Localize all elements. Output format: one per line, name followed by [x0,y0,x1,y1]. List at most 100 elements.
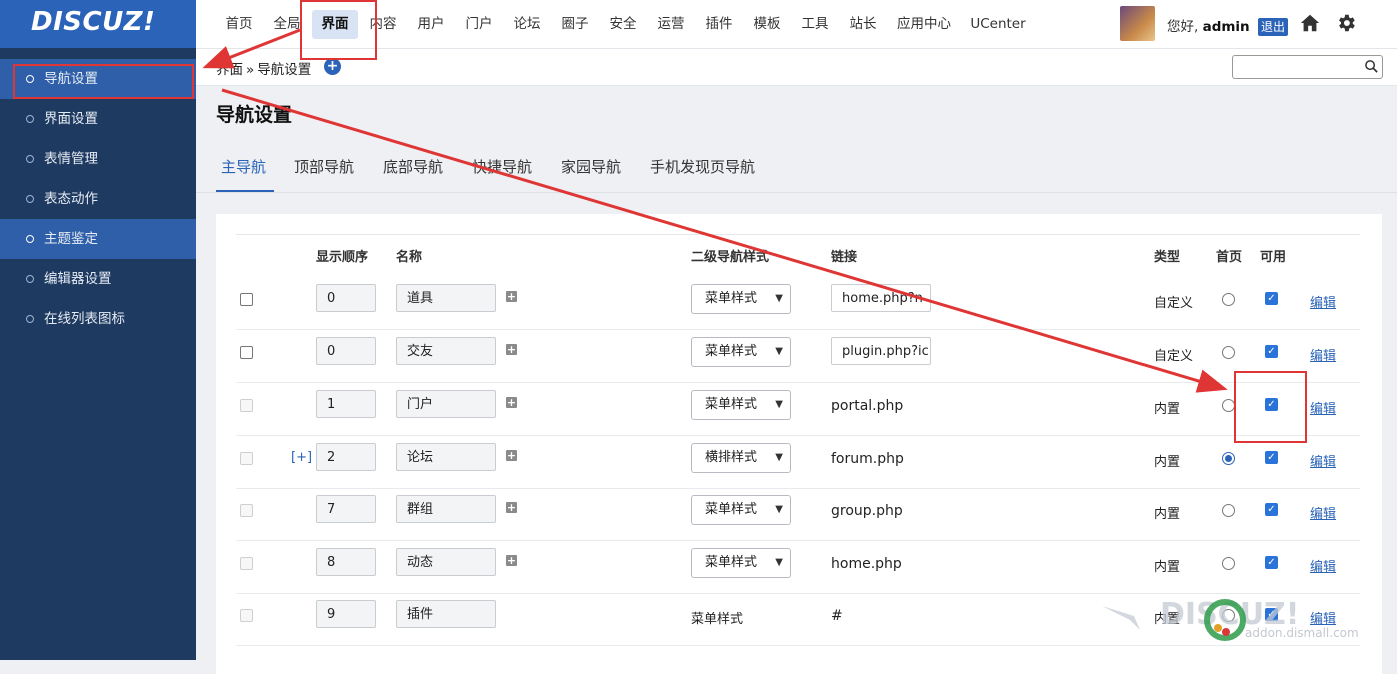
sidebar-item-ui-settings[interactable]: 界面设置 [0,99,196,139]
gear-icon[interactable] [1335,12,1357,34]
header-home: 首页 [1216,250,1243,265]
edit-link[interactable]: 编辑 [1310,345,1336,364]
tab-mobile-discover-nav[interactable]: 手机发现页导航 [650,156,755,177]
order-input[interactable]: 2 [316,443,376,471]
add-subnav-icon[interactable]: + [506,291,517,302]
chevron-down-icon: ▼ [775,452,783,463]
edit-link[interactable]: 编辑 [1310,451,1336,470]
select-value: 菜单样式 [705,555,758,570]
add-shortcut-icon[interactable]: + [324,58,341,75]
breadcrumb: 界面» 导航设置 [216,58,311,78]
avatar[interactable] [1120,6,1155,41]
subnav-style-select[interactable]: 菜单样式 ▼ [691,337,791,367]
breadcrumb-root[interactable]: 界面 [216,62,243,78]
subnav-style-select[interactable]: 菜单样式 ▼ [691,284,791,314]
username: admin [1202,19,1250,35]
enabled-checkbox[interactable]: ✓ [1265,451,1278,464]
home-radio[interactable] [1222,293,1235,306]
top-nav-app-center[interactable]: 应用中心 [892,10,956,39]
enabled-checkbox[interactable]: ✓ [1265,292,1278,305]
home-radio[interactable] [1222,557,1235,570]
expand-toggle[interactable]: [+] [291,450,312,465]
delete-checkbox[interactable] [240,346,253,359]
order-input[interactable]: 9 [316,600,376,628]
add-subnav-icon[interactable]: + [506,344,517,355]
top-nav-tools[interactable]: 工具 [794,10,836,39]
name-input[interactable]: 门户 [396,390,496,418]
search-icon[interactable] [1364,59,1379,74]
logout-button[interactable]: 退出 [1257,18,1288,36]
enabled-checkbox[interactable]: ✓ [1265,345,1278,358]
annotation-box-sidebar [13,64,194,99]
tabs-divider [196,192,1397,193]
add-subnav-icon[interactable]: + [506,502,517,513]
sidebar: DISCUZ! 导航设置 界面设置 表情管理 表态动作 主题鉴定 编辑器设置 在… [0,0,196,660]
order-input[interactable]: 0 [316,337,376,365]
order-input[interactable]: 1 [316,390,376,418]
link-input[interactable]: plugin.php?ic [831,337,931,365]
edit-link[interactable]: 编辑 [1310,503,1336,522]
annotation-box-top-nav [300,0,377,60]
order-input[interactable]: 0 [316,284,376,312]
name-input[interactable]: 论坛 [396,443,496,471]
sidebar-item-label: 表态动作 [44,191,98,207]
name-input[interactable]: 动态 [396,548,496,576]
subnav-style-select[interactable]: 横排样式 ▼ [691,443,791,473]
order-input[interactable]: 7 [316,495,376,523]
tab-home-nav[interactable]: 家园导航 [561,156,621,177]
name-input[interactable]: 道具 [396,284,496,312]
search-input[interactable] [1232,55,1383,79]
top-nav-operations[interactable]: 运营 [650,10,692,39]
home-radio[interactable] [1222,504,1235,517]
breadcrumb-separator: » [246,62,255,78]
sidebar-item-emoticons[interactable]: 表情管理 [0,139,196,179]
tab-top-nav[interactable]: 顶部导航 [294,156,354,177]
enabled-checkbox[interactable]: ✓ [1265,503,1278,516]
top-nav-portal[interactable]: 门户 [458,10,500,39]
name-input[interactable]: 插件 [396,600,496,628]
edit-link[interactable]: 编辑 [1310,556,1336,575]
sidebar-item-reactions[interactable]: 表态动作 [0,179,196,219]
delete-checkbox [240,452,253,465]
add-subnav-icon[interactable]: + [506,555,517,566]
home-radio[interactable] [1222,346,1235,359]
tab-quick-nav[interactable]: 快捷导航 [472,156,532,177]
table-row: 8 动态 + 菜单样式 ▼ home.php 内置 ✓ 编辑 [236,540,1360,594]
subnav-style-select[interactable]: 菜单样式 ▼ [691,390,791,420]
top-nav-forum[interactable]: 论坛 [506,10,548,39]
link-text: # [831,608,843,624]
name-input[interactable]: 群组 [396,495,496,523]
sidebar-item-editor-settings[interactable]: 编辑器设置 [0,259,196,299]
order-input[interactable]: 8 [316,548,376,576]
add-subnav-icon[interactable]: + [506,450,517,461]
sidebar-item-online-icons[interactable]: 在线列表图标 [0,299,196,339]
link-text: group.php [831,503,903,519]
enabled-checkbox[interactable]: ✓ [1265,556,1278,569]
name-input[interactable]: 交友 [396,337,496,365]
home-icon[interactable] [1299,12,1321,34]
subnav-style-select[interactable]: 菜单样式 ▼ [691,495,791,525]
table-row: 0 道具 + 菜单样式 ▼ home.php?n 自定义 ✓ 编辑 [236,276,1360,330]
top-nav-security[interactable]: 安全 [602,10,644,39]
add-subnav-icon[interactable]: + [506,397,517,408]
logo[interactable]: DISCUZ! [0,0,196,48]
tab-main-nav[interactable]: 主导航 [221,156,266,177]
top-nav-groups[interactable]: 圈子 [554,10,596,39]
tab-footer-nav[interactable]: 底部导航 [383,156,443,177]
top-nav-home[interactable]: 首页 [218,10,260,39]
sidebar-item-thread-stamps[interactable]: 主题鉴定 [0,219,196,259]
top-nav-users[interactable]: 用户 [410,10,452,39]
top-nav-plugins[interactable]: 插件 [698,10,740,39]
top-nav-ucenter[interactable]: UCenter [966,10,1030,39]
link-input[interactable]: home.php?n [831,284,931,312]
top-nav-templates[interactable]: 模板 [746,10,788,39]
header-order: 显示顺序 [316,250,369,265]
type-text: 自定义 [1154,296,1194,311]
top-nav-webmaster[interactable]: 站长 [842,10,884,39]
edit-link[interactable]: 编辑 [1310,292,1336,311]
home-radio[interactable] [1222,452,1235,465]
delete-checkbox[interactable] [240,293,253,306]
breadcrumb-current: 导航设置 [257,62,312,78]
subnav-style-select[interactable]: 菜单样式 ▼ [691,548,791,578]
edit-link[interactable]: 编辑 [1310,398,1336,417]
